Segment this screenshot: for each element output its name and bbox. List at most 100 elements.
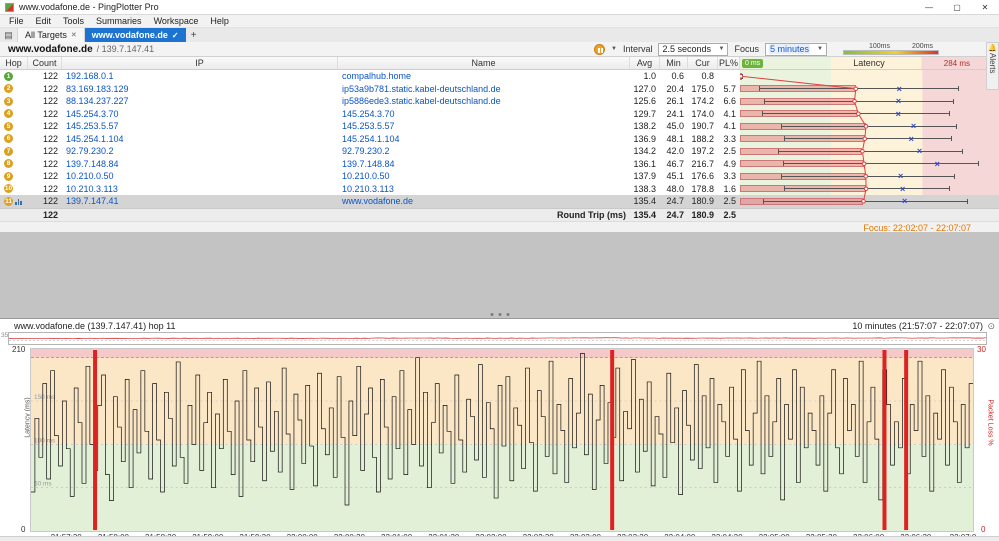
menu-item-help[interactable]: Help <box>204 16 235 26</box>
avg-cell: 125.6 <box>633 96 656 106</box>
ip-cell: 83.169.183.129 <box>66 83 129 94</box>
menu-item-summaries[interactable]: Summaries <box>90 16 148 26</box>
current-latency-marker: × <box>898 171 904 181</box>
pause-button[interactable] <box>594 43 606 55</box>
count-cell: 122 <box>42 196 58 206</box>
tab-all-targets[interactable]: All Targets ✕ <box>18 28 85 42</box>
splitter-handle[interactable] <box>490 313 509 316</box>
window-title: www.vodafone.de - PingPlotter Pro <box>19 2 159 12</box>
latency-graph-cell: × <box>740 132 999 145</box>
legend-200ms-label: 200ms <box>912 43 934 50</box>
zoom-reset-icon[interactable]: ⊙ <box>987 321 995 332</box>
count-cell: 122 <box>42 108 58 119</box>
header-cur[interactable]: Cur <box>688 57 718 69</box>
current-latency-marker: × <box>900 183 906 194</box>
interval-select[interactable]: 2.5 seconds ▼ <box>658 42 729 56</box>
min-cell: 46.7 <box>666 158 684 169</box>
current-latency-marker: × <box>916 146 923 156</box>
name-cell: 10.210.3.113 <box>342 183 394 194</box>
menu-item-file[interactable]: File <box>3 16 30 26</box>
overview-mini-graph[interactable] <box>8 332 987 345</box>
ip-cell: 139.7.147.41 <box>66 196 119 206</box>
chevron-down-icon: ▼ <box>817 46 823 52</box>
header-latency[interactable]: 0 ms Latency 284 ms <box>740 57 999 69</box>
maximize-button[interactable]: ▢ <box>943 0 971 15</box>
pl-cell: 2.5 <box>723 146 736 156</box>
alerts-side-tab[interactable]: 🔔 Alerts <box>986 42 999 90</box>
packet-loss-bar <box>610 349 615 531</box>
packet-loss-bar <box>904 349 909 531</box>
cur-cell: 176.6 <box>691 171 714 181</box>
table-row-hop-1[interactable]: 1 122 192.168.0.1 compalhub.home 1.0 0.6 0.8 × <box>0 70 999 83</box>
table-row-hop-4[interactable]: 4 122 145.254.3.70 145.254.3.70 129.7 24.1 174… <box>0 107 999 121</box>
header-pl[interactable]: PL% <box>718 57 740 69</box>
header-min[interactable]: Min <box>660 57 688 69</box>
name-cell: ip53a9b781.static.kabel-deutschland.de <box>342 83 501 94</box>
new-tab-button[interactable]: + <box>186 28 202 42</box>
latency-graph-cell: × <box>740 70 999 83</box>
header-ip[interactable]: IP <box>62 57 338 69</box>
hop-cell: 4 <box>0 108 28 121</box>
latency-graph-cell: × <box>740 95 999 108</box>
close-button[interactable]: ✕ <box>971 0 999 15</box>
current-latency-marker: × <box>895 108 901 119</box>
hop-status-icon: 1 <box>4 71 13 81</box>
table-row-hop-11[interactable]: 11 122 139.7.147.41 www.vodafone.de 135.4 24.… <box>0 195 999 208</box>
pl-cell: 3.3 <box>723 133 736 144</box>
focus-value: 5 minutes <box>769 44 811 54</box>
table-row-hop-10[interactable]: 10 122 10.210.3.113 10.210.3.113 138.3 48.0 17… <box>0 182 999 196</box>
hop-status-icon: 2 <box>4 84 13 94</box>
header-hop[interactable]: Hop <box>0 57 28 69</box>
latency-graph-cell: × <box>740 170 999 183</box>
header-count[interactable]: Count <box>28 57 62 69</box>
app-icon <box>5 2 14 12</box>
count-cell: 122 <box>42 133 58 144</box>
latency-color-legend: 100ms 200ms <box>843 43 939 55</box>
hop-cell: 10 <box>0 183 28 196</box>
avg-cell: 127.0 <box>633 83 656 94</box>
focus-select[interactable]: 5 minutes ▼ <box>765 42 827 56</box>
min-max-whisker <box>782 161 979 166</box>
hop-status-icon: 8 <box>4 159 13 169</box>
packet-loss-bar <box>882 349 887 531</box>
min-cell: 24.1 <box>666 108 684 119</box>
min-cell: 48.0 <box>666 183 684 194</box>
latency-plot[interactable]: 150 ms 100 ms 50 ms <box>30 348 974 532</box>
legend-100ms-label: 100ms <box>869 43 891 50</box>
table-row-hop-8[interactable]: 8 122 139.7.148.84 139.7.148.84 136.1 46.7 216… <box>0 157 999 171</box>
ip-cell: 145.253.5.57 <box>66 121 119 131</box>
menu-item-workspace[interactable]: Workspace <box>148 16 205 26</box>
chevron-down-icon[interactable]: ▼ <box>611 46 617 52</box>
tab-target[interactable]: www.vodafone.de ✓ <box>84 28 186 42</box>
min-max-whisker <box>763 98 955 104</box>
name-cell: www.vodafone.de <box>342 196 414 206</box>
trace-table-body: 1 122 192.168.0.1 compalhub.home 1.0 0.6 0.8 × 2… <box>0 70 999 208</box>
table-row-hop-7[interactable]: 7 122 92.79.230.2 92.79.230.2 134.2 42.0 197.2… <box>0 145 999 158</box>
min-max-whisker <box>761 111 950 116</box>
header-name[interactable]: Name <box>338 57 630 69</box>
count-cell: 122 <box>42 71 58 81</box>
table-row-hop-2[interactable]: 2 122 83.169.183.129 ip53a9b781.static.kabe… <box>0 82 999 95</box>
pl-cell: 3.3 <box>723 171 736 181</box>
hop-status-icon: 6 <box>4 134 13 144</box>
avg-cell: 138.2 <box>633 121 656 131</box>
packet-loss-bar <box>93 349 98 531</box>
latency-graph-panel: www.vodafone.de (139.7.147.41) hop 11 10… <box>0 318 999 541</box>
horizontal-scrollbar[interactable] <box>0 536 999 541</box>
cur-cell: 197.2 <box>691 146 714 156</box>
table-row-hop-3[interactable]: 3 122 88.134.237.227 ip5886ede3.static.kabe… <box>0 95 999 108</box>
targets-grid-icon[interactable]: ▤ <box>0 28 18 42</box>
menu-item-tools[interactable]: Tools <box>57 16 90 26</box>
tab-close-icon[interactable]: ✕ <box>71 31 77 39</box>
header-avg[interactable]: Avg <box>630 57 660 69</box>
table-row-hop-5[interactable]: 5 122 145.253.5.57 145.253.5.57 138.2 45.0 190… <box>0 120 999 133</box>
table-row-hop-6[interactable]: 6 122 145.254.1.104 145.254.1.104 136.9 48.1 1… <box>0 132 999 145</box>
cur-cell: 216.7 <box>691 158 714 169</box>
table-row-hop-9[interactable]: 9 122 10.210.0.50 10.210.0.50 137.9 45.1 176.6… <box>0 170 999 183</box>
hop-cell: 8 <box>0 158 28 171</box>
minimize-button[interactable]: — <box>915 0 943 15</box>
hop-cell: 7 <box>0 145 28 158</box>
round-trip-summary-row: 122 Round Trip (ms) 135.4 24.7 180.9 2.5 <box>0 208 999 221</box>
menu-item-edit[interactable]: Edit <box>30 16 58 26</box>
graph-range-label: 10 minutes (21:57:07 - 22:07:07) <box>852 321 983 331</box>
